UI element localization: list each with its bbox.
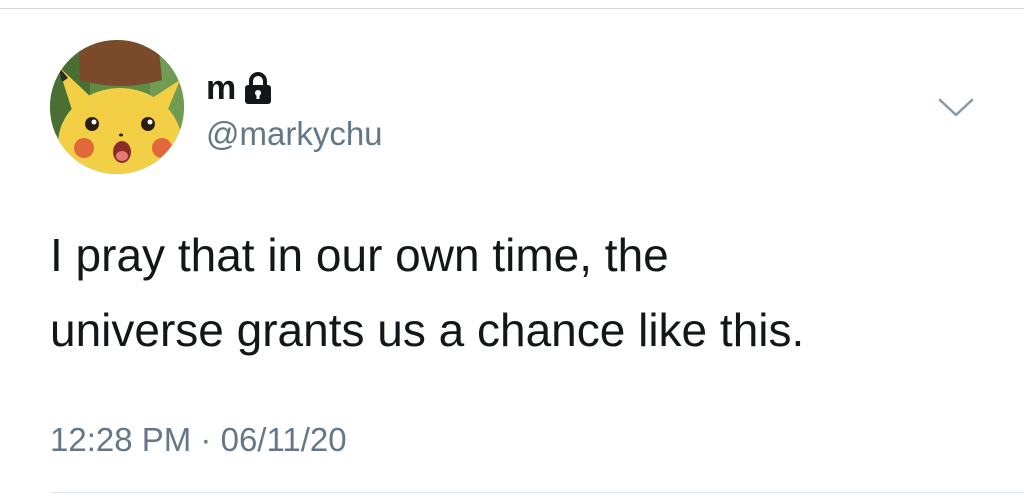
tweet-time: 12:28 PM bbox=[50, 421, 192, 458]
tweet-text: I pray that in our own time, the univers… bbox=[50, 218, 990, 368]
author-handle[interactable]: @markychu bbox=[206, 114, 383, 154]
timestamp[interactable]: 12:28 PM · 06/11/20 bbox=[50, 420, 347, 460]
bottom-divider bbox=[50, 492, 1024, 493]
author-name-row[interactable]: m bbox=[206, 66, 272, 110]
lock-icon bbox=[245, 72, 272, 104]
display-name[interactable]: m bbox=[206, 71, 236, 105]
top-divider bbox=[0, 8, 1024, 9]
tweet-text-line: universe grants us a chance like this. bbox=[50, 304, 805, 356]
tweet-text-line: I pray that in our own time, the bbox=[50, 229, 669, 281]
tweet-date: 06/11/20 bbox=[220, 421, 347, 458]
avatar[interactable] bbox=[50, 40, 184, 174]
chevron-down-icon[interactable] bbox=[936, 96, 976, 120]
timestamp-separator: · bbox=[200, 421, 212, 458]
pikachu-avatar-icon bbox=[50, 40, 184, 174]
